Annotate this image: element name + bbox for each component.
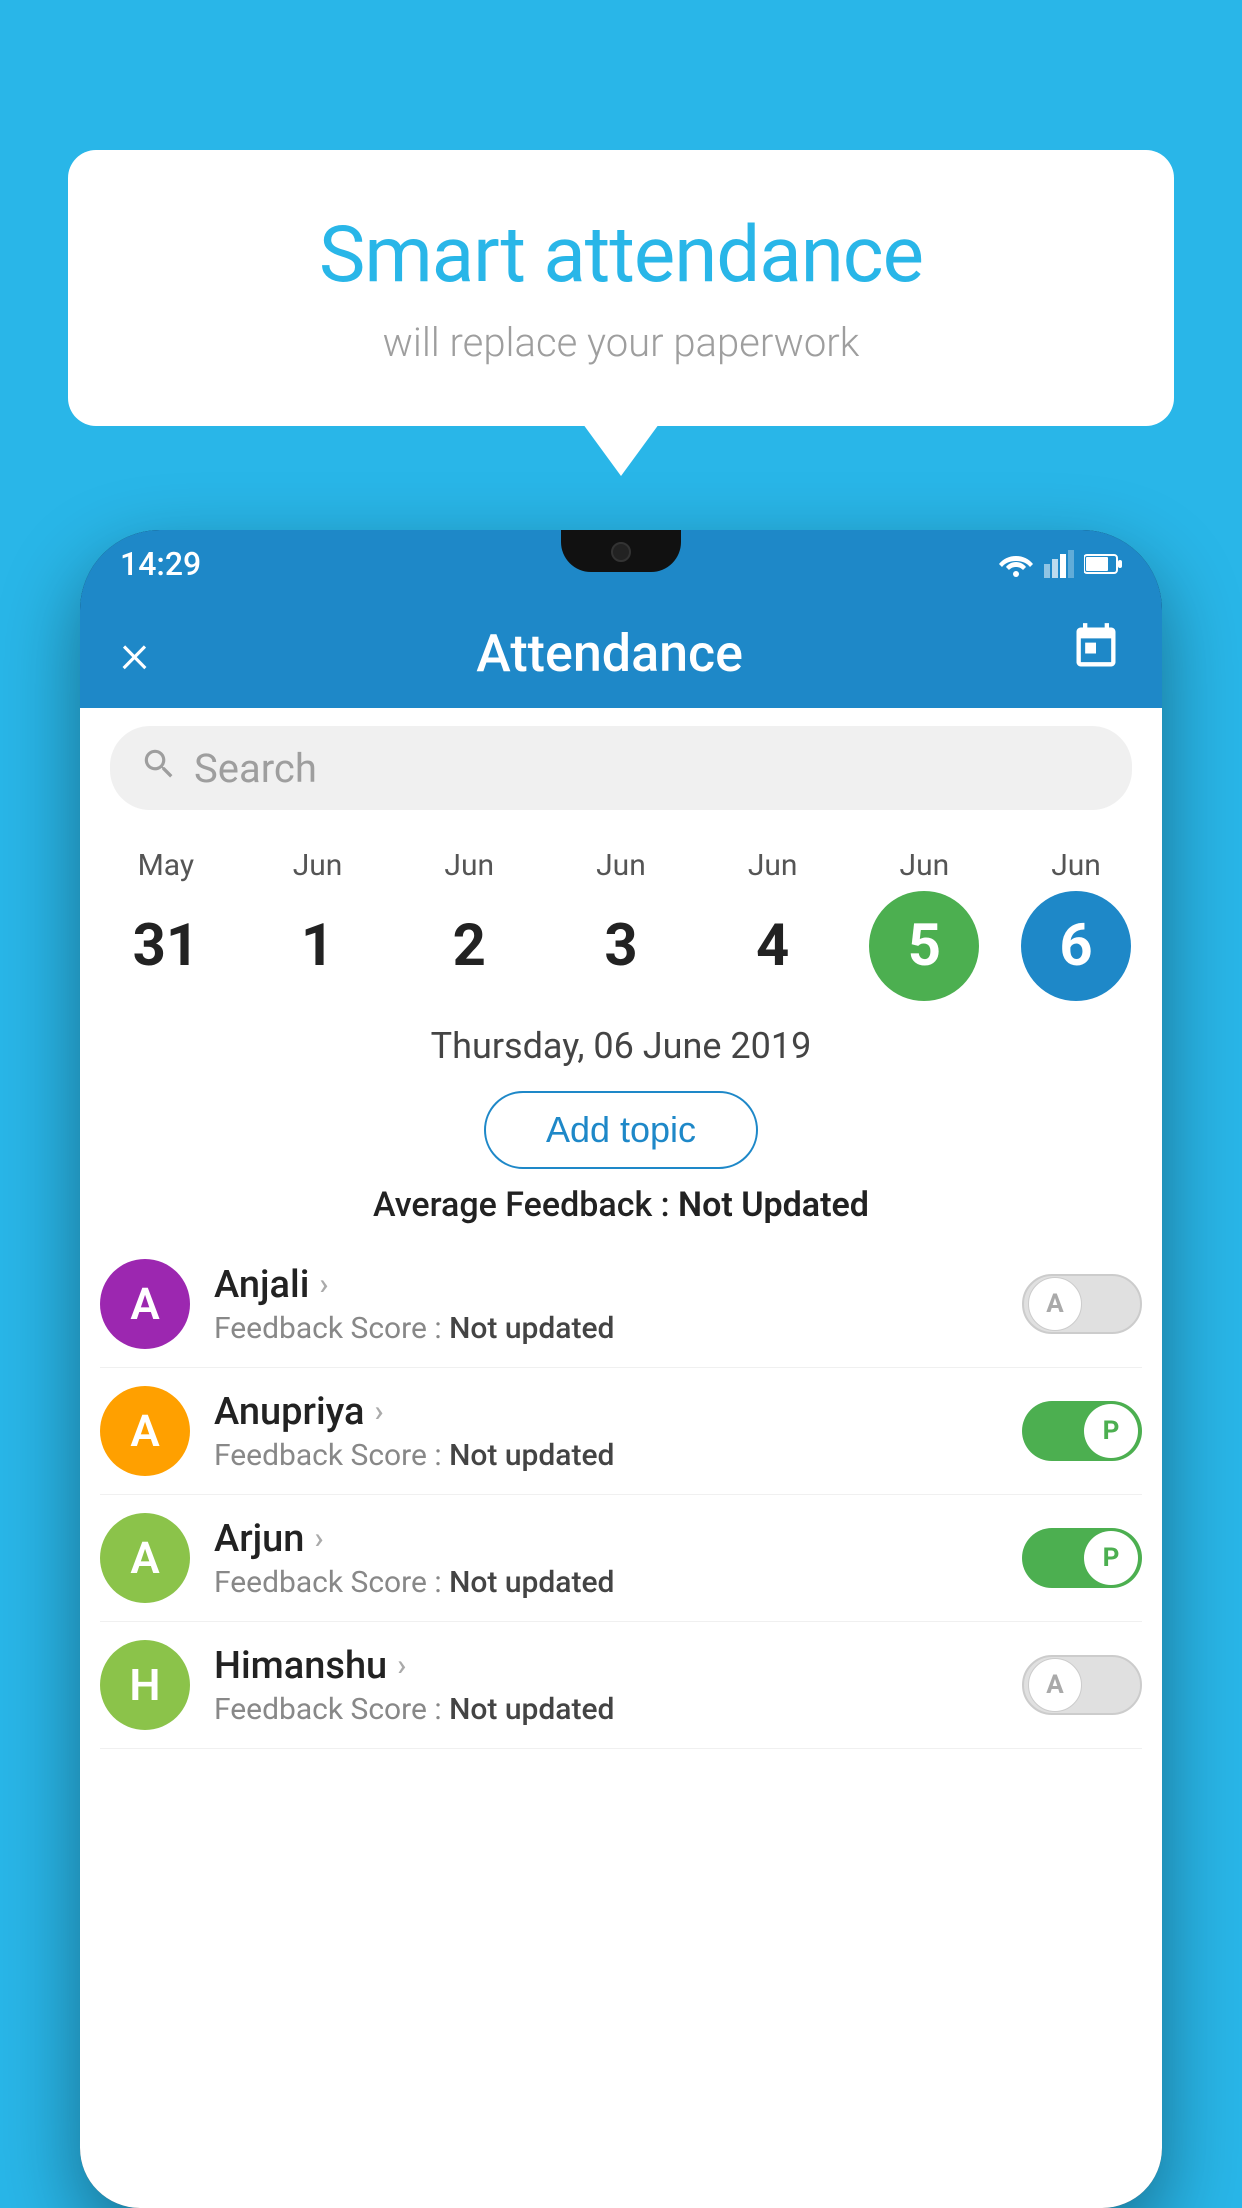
student-name: Anjali ›	[214, 1263, 1022, 1307]
attendance-toggle[interactable]: A	[1022, 1274, 1142, 1334]
chevron-right-icon: ›	[314, 1521, 323, 1556]
calendar-button[interactable]	[1070, 621, 1122, 685]
status-time: 14:29	[120, 545, 201, 583]
feedback-value: Not updated	[449, 1692, 614, 1727]
student-feedback: Feedback Score : Not updated	[214, 1692, 1022, 1727]
toggle-knob: A	[1028, 1277, 1082, 1331]
speech-bubble-container: Smart attendance will replace your paper…	[68, 150, 1174, 426]
app-bar: × Attendance	[80, 598, 1162, 708]
calendar-day[interactable]: Jun 2	[404, 848, 534, 1001]
add-topic-container: Add topic	[80, 1083, 1162, 1185]
attendance-toggle[interactable]: A	[1022, 1655, 1142, 1715]
app-bar-title: Attendance	[149, 623, 1070, 684]
calendar-day[interactable]: Jun 4	[708, 848, 838, 1001]
student-avatar: H	[100, 1640, 190, 1730]
student-info: Arjun › Feedback Score : Not updated	[190, 1517, 1022, 1600]
calendar-month-label: May	[138, 848, 194, 883]
calendar-month-label: Jun	[596, 848, 646, 883]
student-info: Anupriya › Feedback Score : Not updated	[190, 1390, 1022, 1473]
calendar-day[interactable]: Jun 6	[1011, 848, 1141, 1001]
front-camera	[611, 542, 631, 562]
calendar-day[interactable]: Jun 5	[859, 848, 989, 1001]
speech-bubble-title: Smart attendance	[148, 210, 1094, 301]
status-icons	[998, 550, 1122, 578]
attendance-toggle[interactable]: P	[1022, 1401, 1142, 1461]
student-avatar: A	[100, 1259, 190, 1349]
add-topic-button[interactable]: Add topic	[484, 1091, 758, 1169]
calendar-day[interactable]: Jun 1	[253, 848, 383, 1001]
calendar-month-label: Jun	[444, 848, 494, 883]
feedback-value: Not updated	[449, 1565, 614, 1600]
attendance-toggle-container: P	[1022, 1528, 1142, 1588]
signal-icon	[1044, 550, 1074, 578]
calendar-date-number: 5	[869, 891, 979, 1001]
calendar-row: May 31 Jun 1 Jun 2 Jun 3 Jun 4 Jun 5 Jun 6	[80, 828, 1162, 1001]
search-placeholder: Search	[194, 745, 317, 792]
calendar-day[interactable]: May 31	[101, 848, 231, 1001]
attendance-toggle-container: A	[1022, 1274, 1142, 1334]
calendar-date-number: 4	[718, 891, 828, 1001]
calendar-month-label: Jun	[293, 848, 343, 883]
student-item[interactable]: AAnjali ›Feedback Score : Not updatedA	[100, 1241, 1142, 1368]
toggle-knob: P	[1084, 1404, 1138, 1458]
phone-frame: 14:29 × Attendance	[80, 530, 1162, 2208]
speech-bubble: Smart attendance will replace your paper…	[68, 150, 1174, 426]
avg-feedback-label: Average Feedback :	[373, 1185, 678, 1225]
selected-date-display: Thursday, 06 June 2019	[80, 1001, 1162, 1083]
chevron-right-icon: ›	[319, 1267, 328, 1302]
chevron-right-icon: ›	[374, 1394, 383, 1429]
calendar-icon	[1070, 621, 1122, 673]
attendance-toggle-container: A	[1022, 1655, 1142, 1715]
student-info: Himanshu › Feedback Score : Not updated	[190, 1644, 1022, 1727]
status-bar: 14:29	[80, 530, 1162, 598]
calendar-day[interactable]: Jun 3	[556, 848, 686, 1001]
feedback-value: Not updated	[449, 1438, 614, 1473]
student-avatar: A	[100, 1513, 190, 1603]
student-info: Anjali › Feedback Score : Not updated	[190, 1263, 1022, 1346]
chevron-right-icon: ›	[397, 1648, 406, 1683]
student-name: Himanshu ›	[214, 1644, 1022, 1688]
attendance-toggle-container: P	[1022, 1401, 1142, 1461]
student-item[interactable]: A Arjun › Feedback Score : Not updated P	[100, 1495, 1142, 1622]
battery-icon	[1084, 553, 1122, 575]
student-feedback: Feedback Score : Not updated	[214, 1311, 1022, 1346]
calendar-date-number: 3	[566, 891, 676, 1001]
attendance-toggle[interactable]: P	[1022, 1528, 1142, 1588]
close-button[interactable]: ×	[120, 620, 149, 686]
phone-notch	[561, 530, 681, 572]
calendar-date-number: 1	[263, 891, 373, 1001]
average-feedback: Average Feedback : Not Updated	[80, 1185, 1162, 1241]
phone-screen: Search May 31 Jun 1 Jun 2 Jun 3 Jun 4 Jun 5 Jun 6 Thu…	[80, 708, 1162, 2208]
avg-feedback-value: Not Updated	[678, 1185, 869, 1225]
calendar-date-number: 6	[1021, 891, 1131, 1001]
student-item[interactable]: A Anupriya › Feedback Score : Not updated P	[100, 1368, 1142, 1495]
wifi-icon	[998, 550, 1034, 578]
student-feedback: Feedback Score : Not updated	[214, 1565, 1022, 1600]
calendar-month-label: Jun	[1051, 848, 1101, 883]
calendar-date-number: 31	[111, 891, 221, 1001]
student-feedback: Feedback Score : Not updated	[214, 1438, 1022, 1473]
calendar-month-label: Jun	[748, 848, 798, 883]
toggle-knob: A	[1028, 1658, 1082, 1712]
search-icon	[140, 745, 178, 792]
search-bar[interactable]: Search	[110, 726, 1132, 810]
calendar-date-number: 2	[414, 891, 524, 1001]
toggle-knob: P	[1084, 1531, 1138, 1585]
student-avatar: A	[100, 1386, 190, 1476]
student-name: Arjun ›	[214, 1517, 1022, 1561]
student-name: Anupriya ›	[214, 1390, 1022, 1434]
student-item[interactable]: H Himanshu › Feedback Score : Not updatedA	[100, 1622, 1142, 1749]
speech-bubble-subtitle: will replace your paperwork	[148, 319, 1094, 366]
student-list: AAnjali ›Feedback Score : Not updatedAAA…	[80, 1241, 1162, 1749]
calendar-month-label: Jun	[900, 848, 950, 883]
search-bar-container: Search	[80, 708, 1162, 828]
feedback-value: Not updated	[449, 1311, 614, 1346]
